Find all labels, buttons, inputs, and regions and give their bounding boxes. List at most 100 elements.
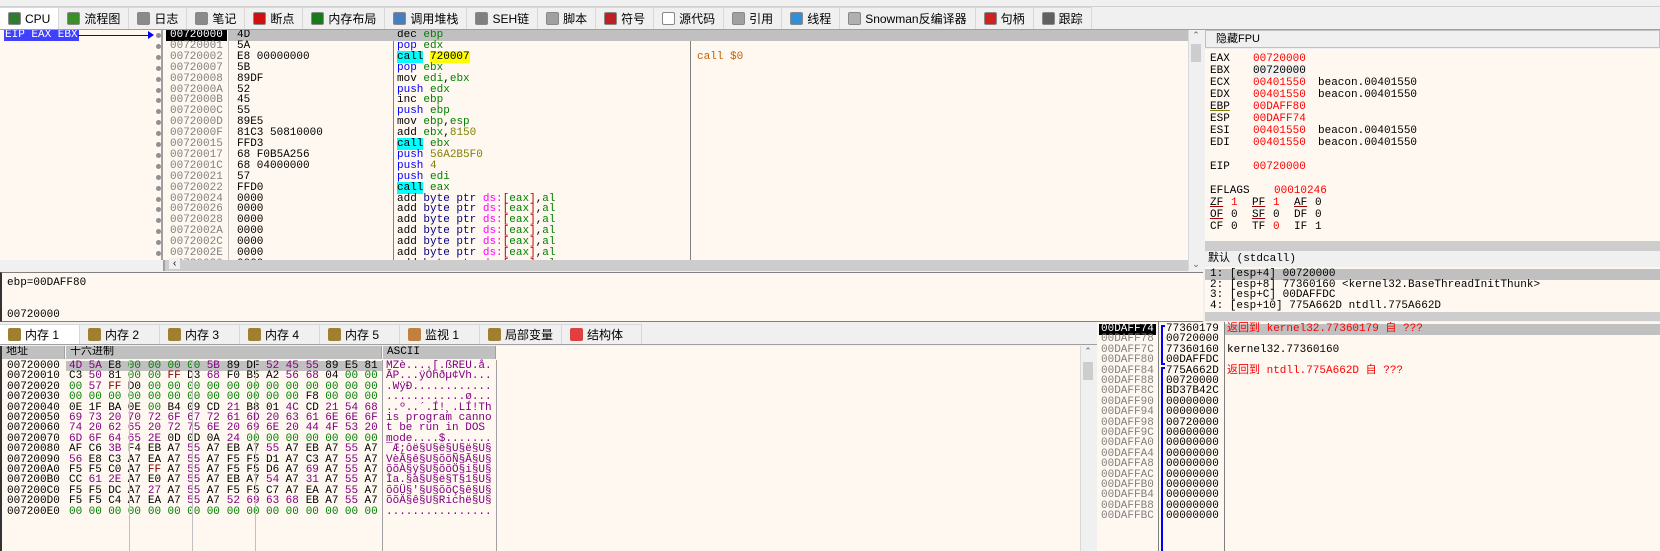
tab-内存 2[interactable]: 内存 2	[80, 324, 160, 344]
hex-byte[interactable]: 00	[365, 506, 378, 518]
register-name-edi[interactable]: EDI	[1210, 137, 1230, 149]
flag-name-of[interactable]: OF	[1210, 209, 1223, 221]
call-arguments-view[interactable]: 1: [esp+4] 00720000 2: [esp+8] 77360160 <…	[1205, 267, 1660, 312]
hex-byte[interactable]: 00	[148, 506, 161, 518]
breakpoint-dot-icon[interactable]	[156, 87, 161, 93]
tab-结构体[interactable]: 结构体	[562, 324, 643, 344]
breakpoint-dot-icon[interactable]	[156, 174, 161, 180]
breakpoint-dot-icon[interactable]	[156, 142, 161, 147]
register-name-ebp[interactable]: EBP	[1210, 101, 1230, 113]
hex-byte[interactable]: 00	[227, 506, 240, 518]
tab-tree[interactable]: 流程图	[59, 7, 130, 29]
hex-byte[interactable]: 00	[286, 506, 299, 518]
register-name-ebx[interactable]: EBX	[1210, 65, 1230, 77]
tab-log[interactable]: 日志	[129, 7, 188, 29]
flag-value-af[interactable]: 0	[1315, 197, 1322, 209]
stack-comment[interactable]: kernel32.77360160	[1227, 344, 1339, 356]
register-name-edx[interactable]: EDX	[1210, 89, 1230, 101]
tab-内存 4[interactable]: 内存 4	[240, 324, 320, 344]
tab-内存 1[interactable]: 内存 1	[0, 324, 80, 344]
flag-name-cf[interactable]: CF	[1210, 221, 1223, 233]
breakpoint-dot-icon[interactable]	[156, 65, 161, 71]
register-value-eip[interactable]: 00720000	[1253, 161, 1306, 173]
callconv-horizontal-scrollbar[interactable]	[1205, 312, 1660, 321]
flag-value-zf[interactable]: 1	[1231, 197, 1238, 209]
column-header-address[interactable]: 地址	[2, 346, 65, 359]
flag-value-df[interactable]: 0	[1315, 209, 1322, 221]
stack-view[interactable]: 00DAFF74 77360179 返回到 kernel32.77360179 自 …	[1097, 322, 1660, 551]
registers-header[interactable]: 隐藏FPU	[1205, 30, 1660, 48]
flag-name-zf[interactable]: ZF	[1210, 197, 1223, 209]
tab-thread[interactable]: 线程	[782, 7, 841, 29]
call-argument[interactable]: 4: [esp+10] 775A662D ntdll.775A662D	[1205, 300, 1660, 312]
flag-value-if[interactable]: 1	[1315, 221, 1322, 233]
hex-byte[interactable]: 00	[246, 506, 259, 518]
flag-value-cf[interactable]: 0	[1231, 221, 1238, 233]
flag-name-af[interactable]: AF	[1294, 197, 1307, 209]
stack-comment[interactable]: 返回到 ntdll.775A662D 自 ???	[1227, 365, 1403, 377]
flag-name-tf[interactable]: TF	[1252, 221, 1265, 233]
stack-comment[interactable]: 返回到 kernel32.77360179 自 ???	[1227, 324, 1423, 335]
disasm-row[interactable]	[229, 30, 1188, 41]
hex-byte[interactable]: 00	[306, 506, 319, 518]
hex-byte[interactable]: 00	[325, 506, 338, 518]
hex-byte[interactable]: 00	[69, 506, 82, 518]
flag-name-if[interactable]: IF	[1294, 221, 1307, 233]
column-header-ascii[interactable]: ASCII	[383, 346, 496, 359]
register-name-esi[interactable]: ESI	[1210, 125, 1230, 137]
tab-breakpoint[interactable]: 断点	[245, 7, 304, 29]
breakpoint-dot-icon[interactable]	[156, 251, 161, 256]
hex-byte[interactable]: 00	[108, 506, 121, 518]
register-name-esp[interactable]: ESP	[1210, 113, 1230, 125]
memory-dump-view[interactable]: 地址 十六进制 ASCII 00720000 4D 5A E8 00 00 00 00 5B 89…	[0, 346, 1080, 551]
flag-value-tf[interactable]: 0	[1273, 221, 1280, 233]
tab-search[interactable]: 引用	[724, 7, 783, 29]
scroll-thumb[interactable]	[1191, 44, 1201, 62]
tab-监视 1[interactable]: 监视 1	[400, 324, 480, 344]
register-value-ebp[interactable]: 00DAFF80	[1253, 101, 1306, 113]
dump-vertical-scrollbar[interactable]: ⌃	[1080, 346, 1095, 551]
scroll-up-icon[interactable]: ⌃	[1189, 30, 1203, 41]
tab-script[interactable]: 脚本	[538, 7, 597, 29]
flag-value-of[interactable]: 0	[1231, 209, 1238, 221]
flag-name-pf[interactable]: PF	[1252, 197, 1265, 209]
flag-name-sf[interactable]: SF	[1252, 209, 1265, 221]
hex-byte[interactable]: 00	[345, 506, 358, 518]
disassembly-horizontal-scrollbar[interactable]: ‹	[163, 258, 1188, 271]
instruction-address[interactable]: 00720008	[166, 73, 227, 85]
column-header-hex[interactable]: 十六进制	[66, 346, 382, 359]
scroll-down-icon[interactable]: ⌄	[1189, 259, 1203, 270]
tab-call-stack[interactable]: 调用堆栈	[385, 7, 468, 29]
register-value-esi[interactable]: 00401550	[1253, 125, 1306, 137]
dump-address[interactable]: 007200E0	[7, 506, 60, 518]
tab-symbol[interactable]: 符号	[596, 7, 655, 29]
register-value-ebx[interactable]: 00720000	[1253, 65, 1306, 77]
tab-handle[interactable]: 句柄	[975, 7, 1034, 29]
scroll-thumb[interactable]	[1083, 362, 1093, 380]
disassembly-vertical-scrollbar[interactable]: ⌃ ⌄	[1188, 30, 1203, 270]
stack-value[interactable]: 00000000	[1166, 511, 1219, 522]
breakpoint-dot-icon[interactable]	[156, 76, 161, 82]
register-name-ecx[interactable]: ECX	[1210, 77, 1230, 89]
breakpoint-dot-icon[interactable]	[156, 185, 161, 191]
register-value-edi[interactable]: 00401550	[1253, 137, 1306, 149]
callconv-header[interactable]: 默认 (stdcall)	[1205, 252, 1660, 266]
tab-notes[interactable]: 笔记	[187, 7, 246, 29]
breakpoint-dot-icon[interactable]	[156, 163, 161, 169]
tab-内存 3[interactable]: 内存 3	[160, 324, 240, 344]
hex-byte[interactable]: 00	[266, 506, 279, 518]
register-value-edx[interactable]: 00401550	[1253, 89, 1306, 101]
stack-address[interactable]: 00DAFFBC	[1099, 511, 1156, 522]
registers-view[interactable]: EAX 00720000 EBX 00720000 ECX 00401550 beacon.…	[1205, 49, 1660, 241]
dump-ascii[interactable]: ................	[386, 506, 492, 518]
tab-source-code[interactable]: 源代码	[654, 7, 725, 29]
tab-trace[interactable]: 跟踪	[1033, 7, 1092, 29]
flag-name-df[interactable]: DF	[1294, 209, 1307, 221]
hex-byte[interactable]: 00	[168, 506, 181, 518]
tab-snowman[interactable]: Snowman反编译器	[840, 7, 976, 29]
disassembly-view[interactable]: EIP EAX EBX 00720000 4D dec ebp 00720001 5A p…	[0, 30, 1188, 260]
flag-value-pf[interactable]: 1	[1273, 197, 1280, 209]
scroll-up-icon[interactable]: ⌃	[1081, 346, 1095, 357]
register-value-esp[interactable]: 00DAFF74	[1253, 113, 1306, 125]
scroll-left-icon[interactable]: ‹	[169, 258, 181, 269]
